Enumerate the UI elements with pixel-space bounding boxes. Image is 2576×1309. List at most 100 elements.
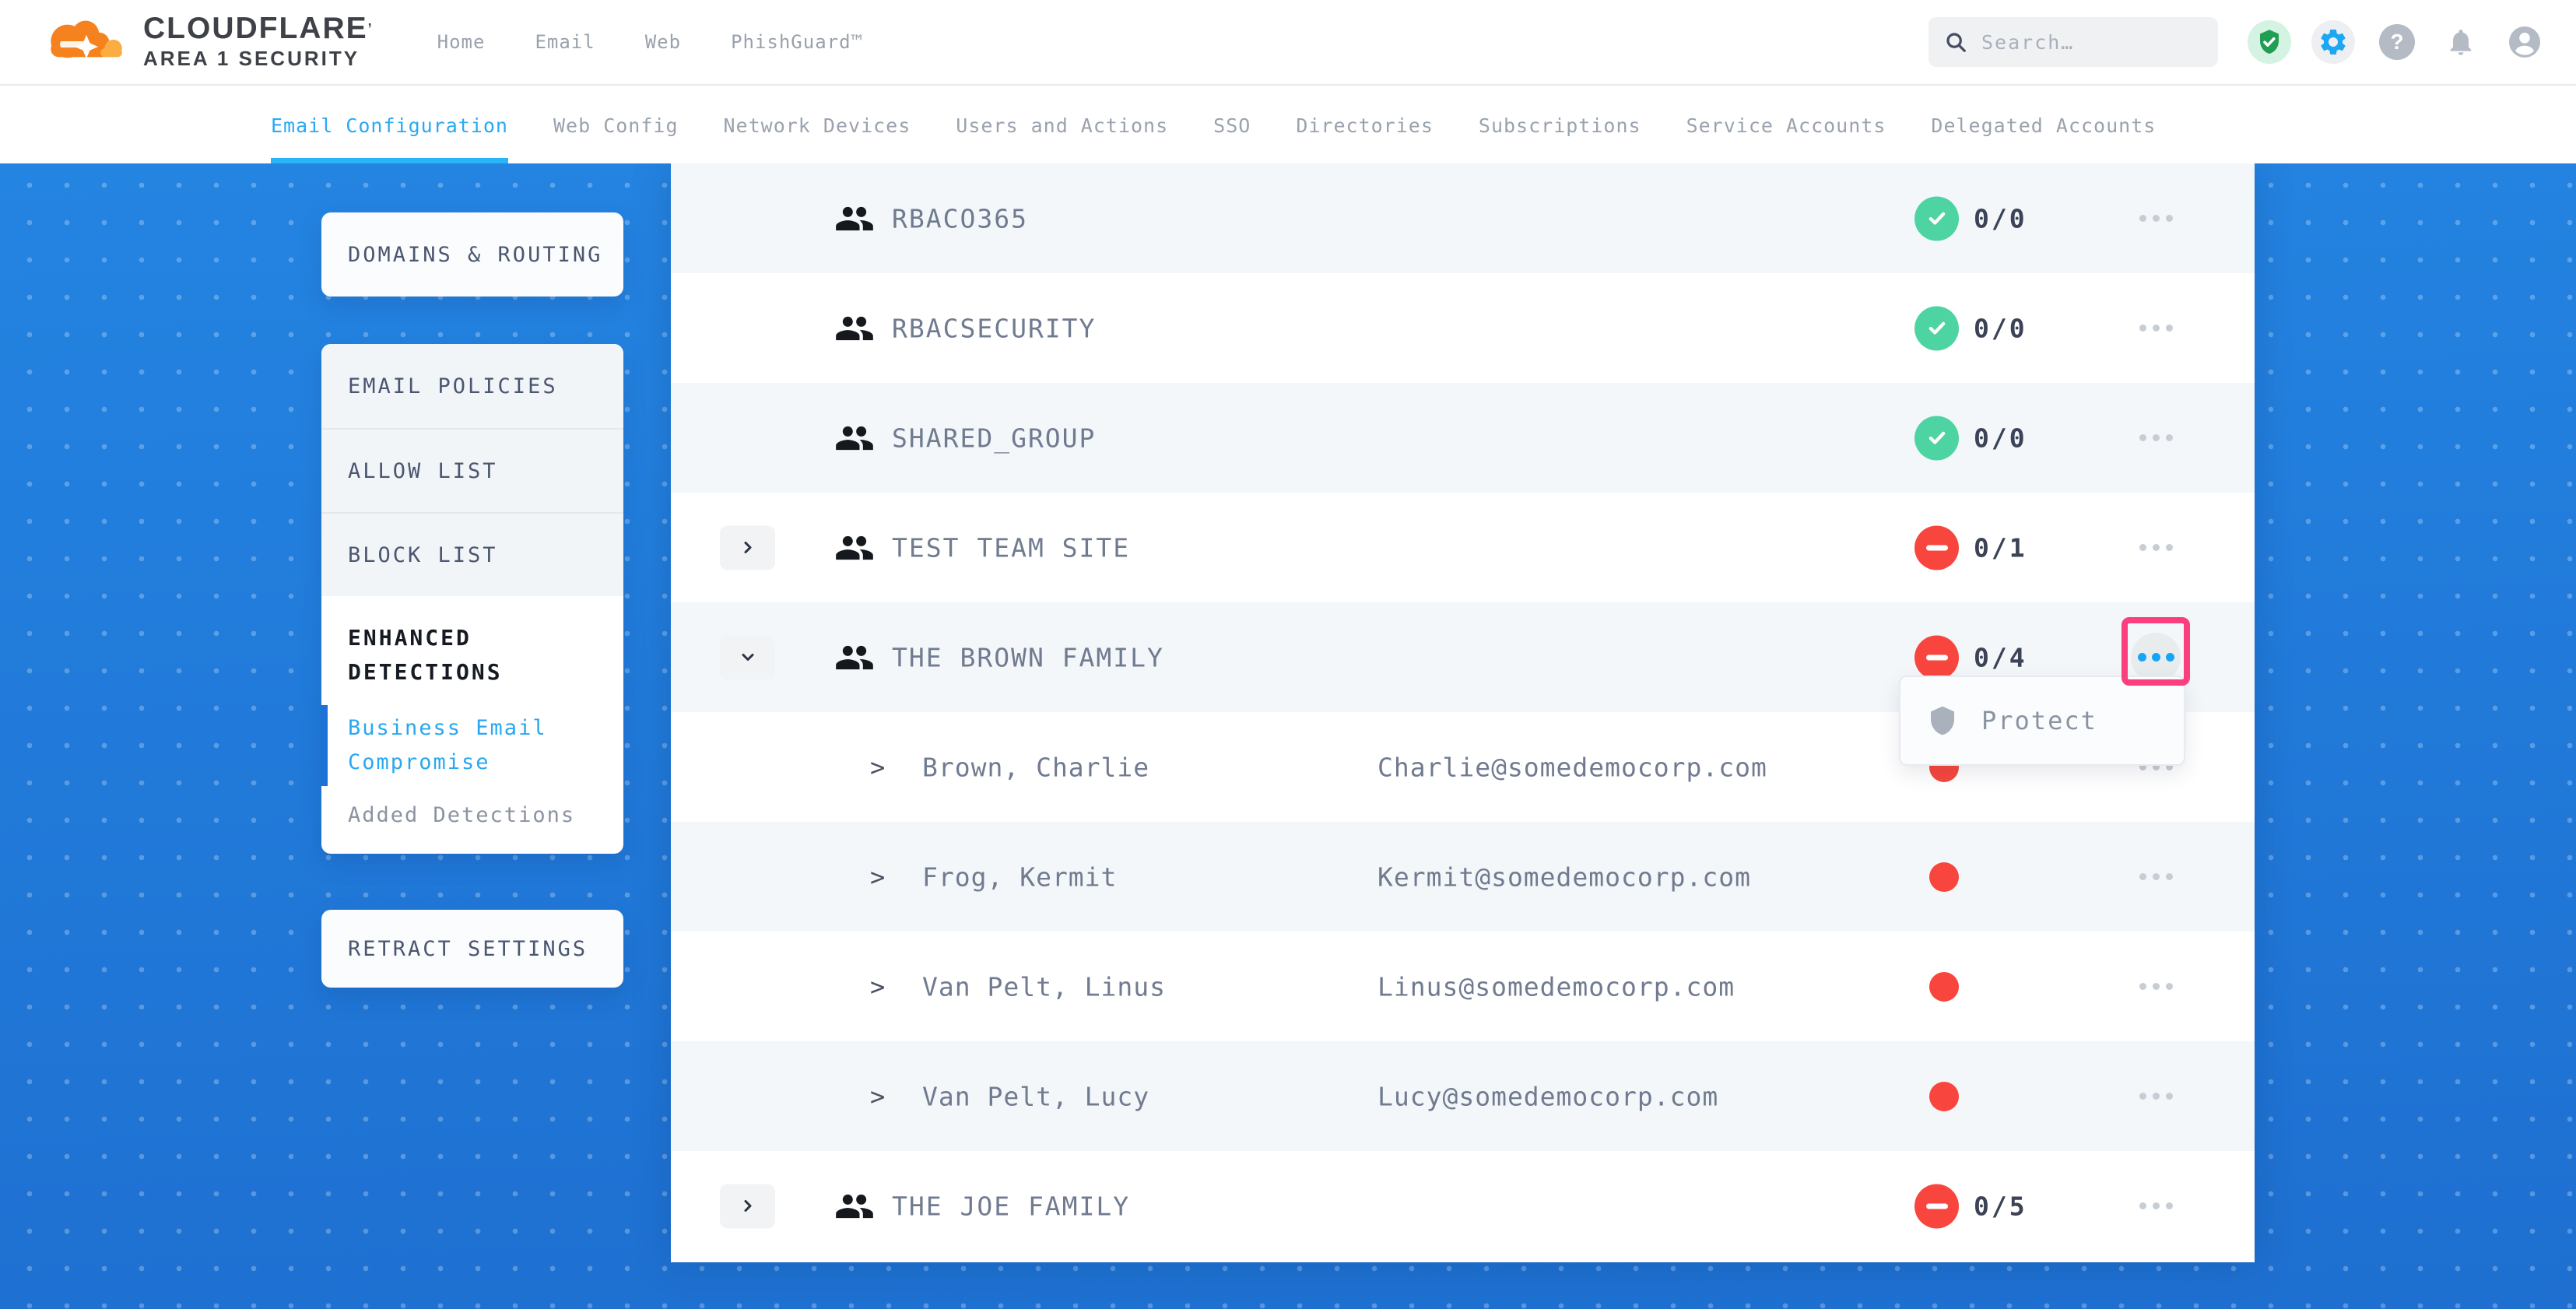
row-menu-button[interactable]: [2113, 960, 2199, 1014]
sidebar-label: BLOCK LIST: [348, 543, 498, 567]
tab-users-and-actions[interactable]: Users and Actions: [956, 87, 1168, 163]
top-nav-phishguard[interactable]: PhishGuard™: [731, 31, 863, 53]
tab-label: Subscriptions: [1479, 114, 1641, 137]
minus-icon: [1926, 1203, 1948, 1209]
sidebar-item-domains-routing[interactable]: DOMAINS & ROUTING: [321, 212, 623, 297]
status-badge-blocked: [1914, 525, 1959, 570]
sidebar-label: Business Email Compromise: [348, 716, 547, 774]
top-header: CLOUDFLARE’ AREA 1 SECURITY Home Email W…: [0, 0, 2576, 86]
sidebar-item-retract-settings[interactable]: RETRACT SETTINGS: [321, 910, 623, 988]
group-name: RBACO365: [892, 203, 1028, 233]
group-people-icon: [834, 637, 875, 678]
account-icon[interactable]: [2503, 20, 2546, 64]
member-caret-icon: >: [870, 1082, 885, 1111]
sidebar-item-business-email-compromise[interactable]: Business Email Compromise: [321, 711, 623, 780]
row-menu-button[interactable]: [2113, 301, 2199, 356]
table-row-group[interactable]: RBACSECURITY 0/0: [671, 273, 2255, 383]
sidebar-label: Added Detections: [348, 803, 575, 827]
member-caret-icon: >: [870, 753, 885, 782]
tab-label: Delegated Accounts: [1931, 114, 2156, 137]
tab-sso[interactable]: SSO: [1213, 87, 1251, 163]
row-menu-button[interactable]: [2113, 191, 2199, 246]
member-email: Linus@somedemocorp.com: [1377, 971, 1735, 1002]
tab-label: Web Config: [553, 114, 679, 137]
tab-label: Users and Actions: [956, 114, 1168, 137]
tab-label: Network Devices: [724, 114, 911, 137]
member-name: Frog, Kermit: [922, 862, 1117, 892]
search-input[interactable]: [1981, 31, 2202, 54]
top-nav-web[interactable]: Web: [645, 31, 681, 53]
group-name: TEST TEAM SITE: [892, 532, 1130, 563]
active-tab-underline: [271, 158, 508, 163]
sidebar-item-enhanced-detections[interactable]: ENHANCED DETECTIONS: [321, 596, 623, 690]
brand-trademark: ’: [368, 21, 374, 37]
sidebar-label: DOMAINS & ROUTING: [348, 243, 602, 267]
table-row-member[interactable]: > Frog, Kermit Kermit@somedemocorp.com: [671, 822, 2255, 932]
table-row-group[interactable]: RBACO365 0/0: [671, 163, 2255, 273]
brand-subtitle: AREA 1 SECURITY: [143, 45, 374, 72]
context-menu-item-protect[interactable]: Protect: [1900, 677, 2184, 764]
search-box[interactable]: [1928, 17, 2218, 67]
group-people-icon: [834, 198, 875, 239]
member-name: Brown, Charlie: [922, 752, 1149, 782]
cloudflare-logo[interactable]: CLOUDFLARE’ AREA 1 SECURITY: [37, 12, 374, 72]
tab-directories[interactable]: Directories: [1296, 87, 1434, 163]
member-caret-icon: >: [870, 972, 885, 1002]
group-name: THE BROWN FAMILY: [892, 642, 1164, 672]
table-row-member[interactable]: > Van Pelt, Lucy Lucy@somedemocorp.com: [671, 1041, 2255, 1151]
sidebar-item-block-list[interactable]: BLOCK LIST: [321, 512, 623, 596]
protection-count: 0/0: [1974, 313, 2027, 343]
table-row-group[interactable]: SHARED_GROUP 0/0: [671, 383, 2255, 493]
group-people-icon: [834, 418, 875, 458]
status-badge-ok: [1914, 416, 1959, 460]
row-menu-button[interactable]: [2113, 850, 2199, 904]
tab-subscriptions[interactable]: Subscriptions: [1479, 87, 1641, 163]
row-menu-button[interactable]: [2113, 521, 2199, 575]
tab-delegated-accounts[interactable]: Delegated Accounts: [1931, 87, 2156, 163]
sidebar-item-email-policies[interactable]: EMAIL POLICIES: [321, 344, 623, 428]
minus-icon: [1926, 545, 1948, 550]
sidebar-item-added-detections[interactable]: Added Detections: [321, 798, 623, 833]
sidebar-item-allow-list[interactable]: ALLOW LIST: [321, 428, 623, 512]
help-glyph: ?: [2379, 24, 2415, 60]
group-name: SHARED_GROUP: [892, 423, 1096, 453]
member-caret-icon: >: [870, 862, 885, 892]
protection-shield-icon[interactable]: [2248, 20, 2291, 64]
section-tabs: Email Configuration Web Config Network D…: [0, 87, 2576, 163]
top-nav-email[interactable]: Email: [535, 31, 595, 53]
page-background: DOMAINS & ROUTING EMAIL POLICIES ALLOW L…: [0, 163, 2576, 1309]
protection-count: 0/1: [1974, 532, 2027, 563]
protection-count: 0/4: [1974, 642, 2027, 672]
expand-chevron-right-button[interactable]: [720, 1184, 775, 1228]
row-menu-button-active[interactable]: [2131, 633, 2181, 683]
row-menu-button[interactable]: [2113, 1069, 2199, 1124]
expand-chevron-right-button[interactable]: [720, 525, 775, 570]
group-name: RBACSECURITY: [892, 313, 1096, 343]
notifications-bell-icon[interactable]: [2439, 20, 2483, 64]
tab-web-config[interactable]: Web Config: [553, 87, 679, 163]
table-row-group[interactable]: THE JOE FAMILY 0/5: [671, 1151, 2255, 1261]
help-icon[interactable]: ?: [2375, 20, 2419, 64]
member-email: Charlie@somedemocorp.com: [1377, 752, 1767, 782]
groups-table: RBACO365 0/0 RBACSECURITY 0/0 SHARED_GRO…: [671, 163, 2255, 1262]
collapse-chevron-down-button[interactable]: [720, 635, 775, 679]
cloudflare-cloud-icon: [37, 14, 132, 70]
status-badge-blocked: [1914, 1184, 1959, 1228]
tab-label: Service Accounts: [1686, 114, 1886, 137]
row-menu-button[interactable]: [2113, 411, 2199, 465]
member-email: Lucy@somedemocorp.com: [1377, 1081, 1718, 1111]
row-menu-button[interactable]: [2113, 1179, 2199, 1234]
top-nav-home[interactable]: Home: [437, 31, 486, 53]
protection-count: 0/0: [1974, 423, 2027, 453]
table-row-group[interactable]: TEST TEAM SITE 0/1: [671, 493, 2255, 602]
protection-count: 0/5: [1974, 1191, 2027, 1221]
tab-service-accounts[interactable]: Service Accounts: [1686, 87, 1886, 163]
tab-email-configuration[interactable]: Email Configuration: [271, 87, 508, 163]
table-row-member[interactable]: > Van Pelt, Linus Linus@somedemocorp.com: [671, 932, 2255, 1041]
member-email: Kermit@somedemocorp.com: [1377, 862, 1751, 892]
tab-network-devices[interactable]: Network Devices: [724, 87, 911, 163]
tab-label: Directories: [1296, 114, 1434, 137]
settings-gear-icon[interactable]: [2311, 20, 2355, 64]
sidebar-label: ALLOW LIST: [348, 459, 498, 483]
top-nav: Home Email Web PhishGuard™: [437, 31, 863, 53]
